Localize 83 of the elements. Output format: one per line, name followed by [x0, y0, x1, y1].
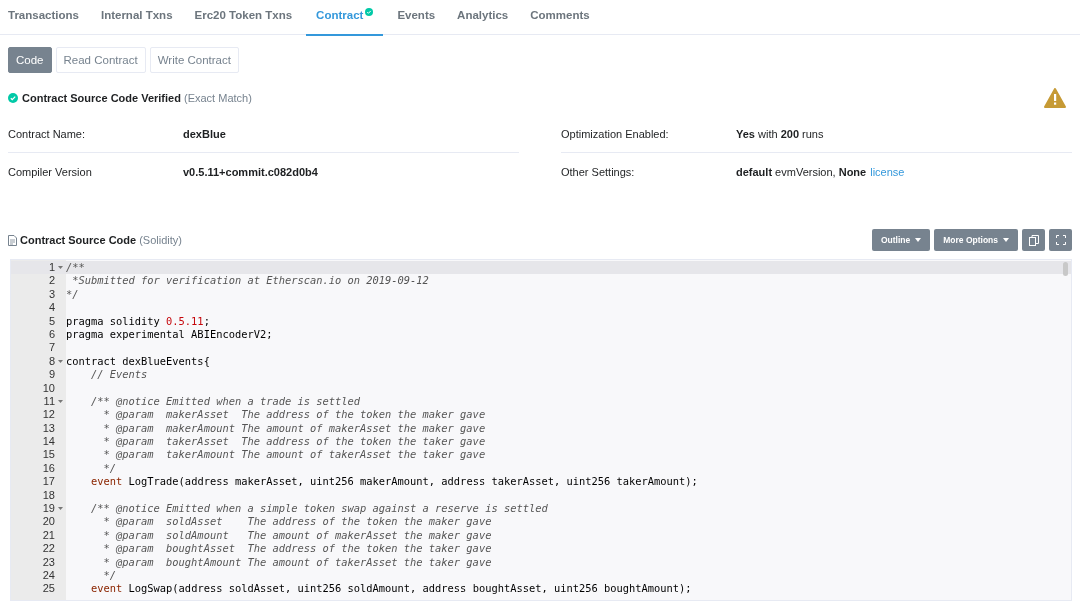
tab[interactable]: Contract: [306, 0, 384, 36]
code-line: * @param soldAmount The amount of makerAsset the maker gave: [102, 528, 492, 543]
copy-icon: [1028, 234, 1039, 246]
line-number: 13: [41, 421, 55, 436]
line-number: 18: [41, 488, 55, 503]
code-line: event LogSwap(address soldAsset, uint256 soldAmount, address boughtAsset, uint256 boughtAmount);: [90, 582, 692, 596]
line-number: 24: [41, 569, 55, 583]
code-line: * @param makerAmount The amount of makerAsset the maker gave: [102, 421, 486, 436]
license-link[interactable]: license: [870, 165, 905, 178]
line-number: 20: [41, 515, 55, 529]
line-number: 21: [41, 528, 55, 543]
code-line: // Events: [90, 368, 148, 382]
tab[interactable]: Code: [8, 47, 52, 73]
line-number: 23: [41, 555, 55, 569]
code-line: * @param boughtAsset The address of the token the taker gave: [102, 542, 492, 556]
field-value: Yes with 200 runs: [736, 127, 824, 140]
line-number: 8: [47, 354, 55, 369]
check-icon: [8, 93, 18, 103]
line-number: 25: [41, 582, 55, 596]
code-line: pragma solidity 0.5.11;: [66, 314, 210, 328]
field-label: Compiler Version: [8, 165, 93, 178]
code-line: */: [66, 287, 79, 302]
field-label: Other Settings:: [561, 165, 636, 178]
code-line: * @param soldAsset The address of the token the maker gave: [102, 515, 492, 529]
line-number: 3: [47, 287, 55, 302]
line-number: 16: [41, 461, 55, 476]
line-number: 15: [41, 448, 55, 462]
fold-icon[interactable]: [58, 507, 63, 511]
code-line: pragma experimental ABIEncoderV2;: [66, 327, 273, 342]
line-number: 1: [47, 261, 55, 275]
dropdown-button[interactable]: More Options: [934, 229, 1018, 251]
line-number: 7: [47, 341, 55, 355]
line-number: 2: [47, 274, 55, 288]
scrollbar-thumb[interactable]: [1063, 262, 1068, 276]
section-title: Contract Source Code (Solidity): [20, 234, 182, 246]
line-number: 17: [41, 475, 55, 489]
line-number: 12: [41, 408, 55, 422]
line-number: 22: [41, 542, 55, 556]
field-label: Optimization Enabled:: [561, 127, 670, 140]
warning-icon: [1044, 88, 1066, 108]
code-line: /**: [66, 261, 85, 275]
line-number: 5: [47, 314, 55, 328]
line-number: 11: [42, 394, 55, 409]
fullscreen-button[interactable]: [1049, 229, 1072, 251]
field-value: dexBlue: [183, 127, 226, 140]
line-number: 10: [41, 381, 55, 395]
line-number: 6: [47, 327, 55, 342]
code-line: */: [102, 461, 117, 476]
field-label: Contract Name:: [8, 127, 87, 140]
caret-icon: [1003, 238, 1009, 242]
code-line: * @param boughtAmount The amount of takerAsset the taker gave: [102, 555, 492, 569]
tab[interactable]: Comments: [522, 0, 598, 36]
line-number: 19: [41, 502, 55, 516]
line-number: 14: [41, 435, 55, 449]
verified-status: Contract Source Code Verified (Exact Match): [22, 92, 252, 104]
code-line: */: [102, 569, 117, 583]
code-line: contract dexBlueEvents{: [66, 354, 210, 369]
code-line: *Submitted for verification at Etherscan.io on 2019-09-12: [71, 274, 429, 288]
code-line: event LogTrade(address makerAsset, uint256 makerAmount, address takerAsset, uint256 takerAmount);: [90, 475, 698, 489]
tab[interactable]: Erc20 Token Txns: [186, 0, 301, 36]
dropdown-button[interactable]: Outline: [871, 229, 931, 251]
field-value: default evmVersion, None: [736, 165, 867, 178]
fold-icon[interactable]: [58, 266, 63, 270]
tab[interactable]: Write Contract: [149, 47, 239, 73]
copy-button[interactable]: [1022, 229, 1045, 251]
code-line: * @param takerAmount The amount of takerAsset the taker gave: [102, 448, 486, 462]
code-line: /** @notice Emitted when a simple token swap against a reserve is settled: [90, 502, 548, 516]
field-value: v0.5.11+commit.c082d0b4: [183, 165, 318, 178]
expand-icon: [1055, 235, 1066, 245]
tab[interactable]: Internal Txns: [92, 0, 181, 36]
file-icon: [8, 234, 17, 246]
fold-icon[interactable]: [58, 359, 63, 363]
code-line: * @param takerAsset The address of the token the taker gave: [102, 435, 486, 449]
line-number: 4: [47, 301, 55, 315]
tab[interactable]: Transactions: [0, 0, 87, 36]
code-line: /** @notice Emitted when a trade is settled: [90, 394, 361, 409]
tab[interactable]: Analytics: [449, 0, 517, 36]
tab[interactable]: Read Contract: [55, 47, 146, 73]
tab[interactable]: Events: [389, 0, 444, 36]
code-line: * @param makerAsset The address of the token the maker gave: [102, 408, 486, 422]
fold-icon[interactable]: [58, 400, 63, 404]
caret-icon: [915, 238, 922, 242]
line-number: 9: [47, 368, 55, 382]
